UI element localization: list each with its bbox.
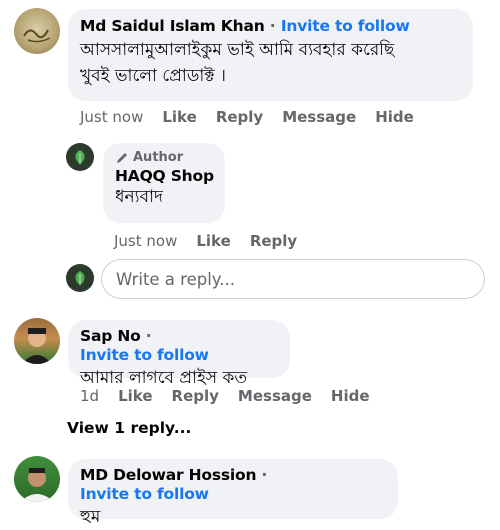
separator: · <box>269 16 276 35</box>
reply-input-placeholder: Write a reply... <box>116 269 235 289</box>
view-replies-link[interactable]: View 1 reply... <box>67 419 191 437</box>
avatar-md-saidul[interactable] <box>14 8 60 54</box>
message-button[interactable]: Message <box>282 108 356 126</box>
reply-text: ধন্যবাদ <box>115 187 163 207</box>
author-badge: Author <box>115 150 213 165</box>
comment-actions-1: Just now Like Reply Message Hide <box>80 108 433 126</box>
invite-to-follow-link[interactable]: Invite to follow <box>80 485 209 503</box>
comment-text-line1: আসসালামুআলাইকুম ভাই আমি ব্যবহার করেছি <box>80 40 395 60</box>
comment-author[interactable]: Sap No <box>80 327 141 345</box>
comment-author[interactable]: MD Delowar Hossion <box>80 466 257 484</box>
comment-author[interactable]: Md Saidul Islam Khan <box>80 17 265 35</box>
invite-to-follow-link[interactable]: Invite to follow <box>80 346 209 364</box>
comment-text-line2: খুবই ভালো প্রোডাক্ট । <box>80 66 226 86</box>
reply-button[interactable]: Reply <box>172 387 219 405</box>
pen-icon <box>117 152 127 163</box>
timestamp[interactable]: Just now <box>114 232 177 250</box>
hide-button[interactable]: Hide <box>375 108 414 126</box>
avatar-md-delowar[interactable] <box>14 456 60 502</box>
leaf-logo-icon <box>75 150 85 164</box>
author-badge-label: Author <box>133 150 184 165</box>
reply-input[interactable]: Write a reply... <box>101 259 485 299</box>
message-button[interactable]: Message <box>238 387 312 405</box>
reply-button[interactable]: Reply <box>216 108 263 126</box>
comment-text-line1: হুম <box>80 507 101 527</box>
reply-author[interactable]: HAQQ Shop <box>115 167 214 185</box>
calligraphy-image <box>23 29 51 43</box>
leaf-logo-icon <box>75 271 85 285</box>
avatar-sap-no[interactable] <box>14 318 60 364</box>
author-reply-bubble: Author HAQQ Shop ধন্যবাদ <box>103 143 225 223</box>
comment-bubble-3: MD Delowar Hossion · Invite to follow হু… <box>68 459 398 527</box>
hide-button[interactable]: Hide <box>331 387 370 405</box>
avatar-current-user <box>66 264 94 292</box>
separator: · <box>145 326 152 345</box>
person-photo <box>22 328 52 364</box>
like-button[interactable]: Like <box>196 232 230 250</box>
separator: · <box>261 465 268 484</box>
timestamp[interactable]: 1d <box>80 387 99 405</box>
comment-header: Sap No · Invite to follow <box>80 326 278 364</box>
comment-header: Md Saidul Islam Khan · Invite to follow <box>80 16 461 35</box>
avatar-haqq-shop[interactable] <box>66 143 94 171</box>
invite-to-follow-link[interactable]: Invite to follow <box>281 17 410 35</box>
comment-bubble-1: Md Saidul Islam Khan · Invite to follow … <box>68 9 473 101</box>
reply-actions: Just now Like Reply <box>114 232 316 250</box>
comment-header: MD Delowar Hossion · Invite to follow <box>80 465 386 503</box>
comment-bubble-2: Sap No · Invite to follow আমার লাগবে প্র… <box>68 320 290 388</box>
comment-actions-2: 1d Like Reply Message Hide <box>80 387 389 405</box>
reply-button[interactable]: Reply <box>250 232 297 250</box>
timestamp[interactable]: Just now <box>80 108 143 126</box>
person-photo <box>20 468 54 502</box>
like-button[interactable]: Like <box>118 387 152 405</box>
like-button[interactable]: Like <box>162 108 196 126</box>
